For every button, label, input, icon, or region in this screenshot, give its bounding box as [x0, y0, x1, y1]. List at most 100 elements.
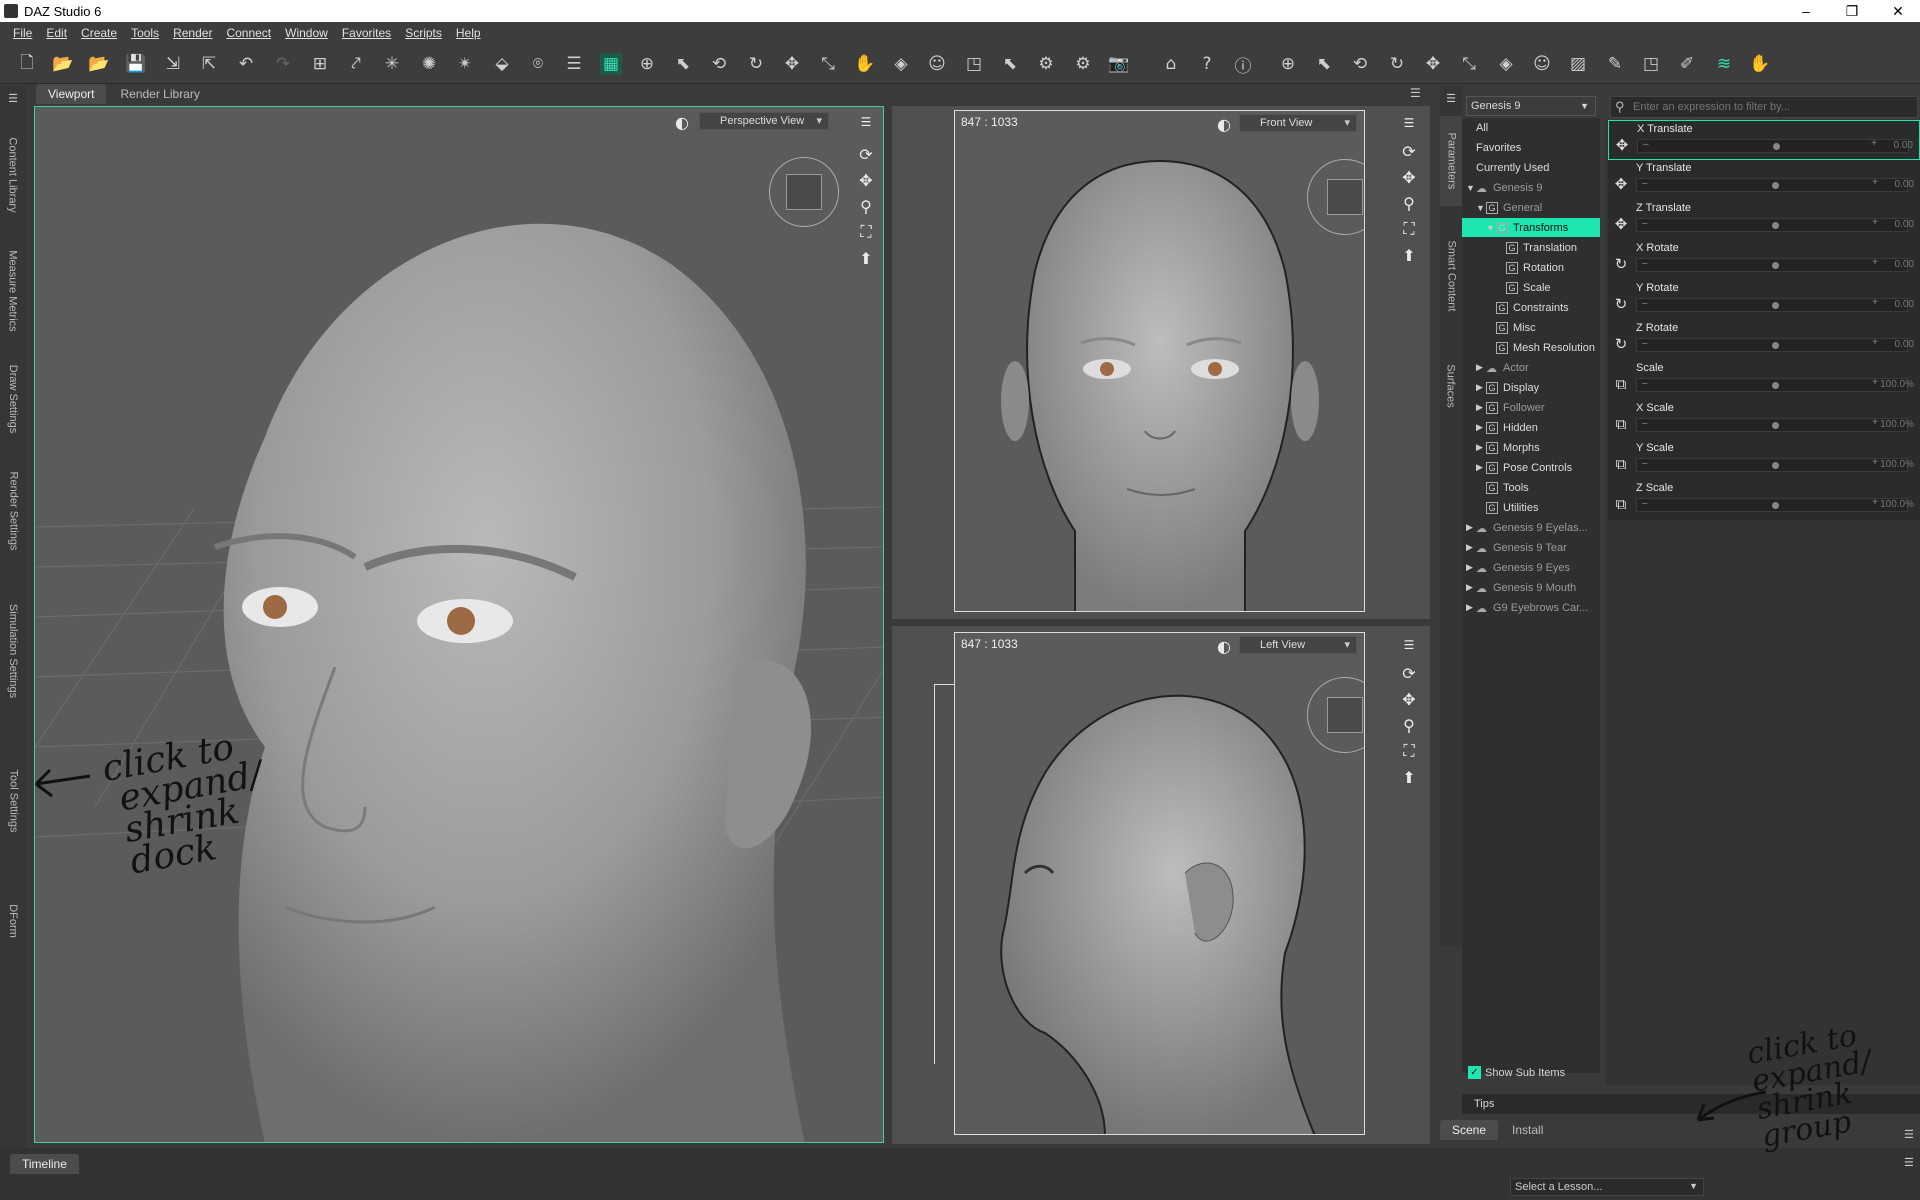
draw-style-icon[interactable]: ◐ [1213, 635, 1235, 657]
increment-icon[interactable]: + [1872, 257, 1878, 268]
tree-item[interactable]: ▶ G Pose Controls [1462, 458, 1600, 477]
pane-menu-icon[interactable]: ☰ [1904, 1156, 1914, 1169]
viewport-menu-icon[interactable]: ☰ [1398, 112, 1420, 134]
parameter-slider-row[interactable]: Y Rotate ↻ – +0.00 [1608, 280, 1920, 320]
spot-render-icon[interactable]: ⚙ [1035, 53, 1057, 75]
decrement-icon[interactable]: – [1642, 458, 1648, 469]
tab-render-library[interactable]: Render Library [108, 84, 211, 104]
zoom-icon[interactable]: ⚲ [855, 195, 877, 217]
tab-timeline[interactable]: Timeline [10, 1154, 79, 1174]
tree-item[interactable]: All [1462, 118, 1600, 137]
draw-style-icon[interactable]: ◐ [1213, 113, 1235, 135]
orbit-icon[interactable]: ⟳ [855, 143, 877, 165]
node-rotate-icon[interactable]: ⟲ [708, 53, 730, 75]
tab-parameters[interactable]: Parameters [1440, 116, 1462, 206]
increment-icon[interactable]: + [1871, 138, 1877, 149]
decrement-icon[interactable]: – [1642, 338, 1648, 349]
decrement-icon[interactable]: – [1642, 178, 1648, 189]
parameter-value[interactable]: 100.0% [1880, 459, 1914, 470]
decrement-icon[interactable]: – [1642, 418, 1648, 429]
collapsed-arrow-icon[interactable]: ▶ [1476, 402, 1486, 413]
parameter-value[interactable]: 0.00 [1895, 259, 1914, 270]
tree-item[interactable]: G Rotation [1462, 258, 1600, 277]
expanded-arrow-icon[interactable]: ▼ [1486, 223, 1496, 233]
pane-menu-icon[interactable]: ☰ [1440, 90, 1462, 106]
tab-simulation-settings[interactable]: Simulation Settings [2, 586, 24, 716]
tree-item[interactable]: G Mesh Resolution [1462, 338, 1600, 357]
dock-menu-icon[interactable]: ☰ [2, 90, 24, 106]
align-icon[interactable]: ☰ [563, 53, 585, 75]
node-rotate-2-icon[interactable]: ⟲ [1349, 53, 1371, 75]
rotate-tool-2-icon[interactable]: ↻ [1386, 53, 1408, 75]
brush-icon[interactable]: ✎ [1604, 53, 1626, 75]
collapsed-arrow-icon[interactable]: ▶ [1466, 542, 1476, 553]
expanded-arrow-icon[interactable]: ▼ [1476, 203, 1486, 213]
active-pose-icon[interactable]: ✋ [854, 53, 876, 75]
menu-create[interactable]: Create [81, 26, 117, 40]
parameter-slider[interactable] [1636, 258, 1908, 272]
tree-item[interactable]: ▶ G Morphs [1462, 438, 1600, 457]
aim-icon[interactable]: ⬆ [1398, 766, 1420, 788]
zoom-icon[interactable]: ⚲ [1398, 192, 1420, 214]
export-icon[interactable]: ⇱ [198, 53, 220, 75]
collapsed-arrow-icon[interactable]: ▶ [1466, 582, 1476, 593]
redo-icon[interactable]: ↷ [272, 53, 294, 75]
joint-editor-icon[interactable]: ⤤ [345, 53, 367, 75]
tree-item[interactable]: ▼ ☁ Genesis 9 [1462, 178, 1600, 197]
tree-item[interactable]: ▶ ☁ Genesis 9 Eyes [1462, 558, 1600, 577]
tree-item[interactable]: ▶ ☁ Genesis 9 Mouth [1462, 578, 1600, 597]
save-icon[interactable]: 💾 [125, 53, 147, 75]
parameter-slider-row[interactable]: Y Translate ✥ – +0.00 [1608, 160, 1920, 200]
tree-item[interactable]: ▶ G Follower [1462, 398, 1600, 417]
increment-icon[interactable]: + [1872, 297, 1878, 308]
tree-item[interactable]: Favorites [1462, 138, 1600, 157]
orbit-icon[interactable]: ⟳ [1398, 140, 1420, 162]
decrement-icon[interactable]: – [1642, 218, 1648, 229]
pan-icon[interactable]: ✥ [1398, 688, 1420, 710]
undo-icon[interactable]: ↶ [235, 53, 257, 75]
parameter-slider[interactable] [1636, 178, 1908, 192]
view-selector[interactable]: Perspective View [699, 112, 829, 130]
camera-tool-icon[interactable]: ◳ [963, 53, 985, 75]
create-primitive-icon[interactable]: ⊞ [309, 53, 331, 75]
tab-measure-metrics[interactable]: Measure Metrics [2, 236, 24, 346]
parameter-slider-row[interactable]: Z Rotate ↻ – +0.00 [1608, 320, 1920, 360]
increment-icon[interactable]: + [1872, 217, 1878, 228]
tab-dform[interactable]: DForm [2, 886, 24, 956]
translate-tool-icon[interactable]: ✥ [781, 53, 803, 75]
parameter-slider-row[interactable]: X Translate ✥ – +0.00 [1608, 120, 1920, 160]
decrement-icon[interactable]: – [1642, 298, 1648, 309]
parameter-slider[interactable] [1636, 458, 1908, 472]
new-scene-icon[interactable]: 🗋 [16, 53, 38, 75]
figure-icon[interactable]: ☺ [926, 53, 948, 75]
render-icon[interactable]: 📷 [1108, 53, 1130, 75]
slider-knob[interactable] [1772, 342, 1779, 349]
tree-item[interactable]: Currently Used [1462, 158, 1600, 177]
increment-icon[interactable]: + [1872, 457, 1878, 468]
parameter-slider-row[interactable]: X Scale ⧉ – +100.0% [1608, 400, 1920, 440]
pointlight-tool-icon[interactable]: ✴ [454, 53, 476, 75]
translate-tool-2-icon[interactable]: ✥ [1422, 53, 1444, 75]
front-viewport[interactable]: 847 : 1033 ◐ Front View [954, 110, 1365, 612]
tree-item[interactable]: ▶ ☁ Genesis 9 Eyelas... [1462, 518, 1600, 537]
show-sub-items-checkbox[interactable]: ✓ [1468, 1066, 1481, 1079]
merge-icon[interactable]: 📂 [88, 53, 110, 75]
aim-icon[interactable]: ⬆ [1398, 244, 1420, 266]
pane-menu-icon[interactable]: ☰ [1904, 1128, 1914, 1141]
rotate-tool-icon[interactable]: ↻ [745, 53, 767, 75]
daz-home-icon[interactable]: ⌂ [1160, 53, 1182, 75]
menu-connect[interactable]: Connect [226, 26, 271, 40]
orbit-icon[interactable]: ⟳ [1398, 662, 1420, 684]
open-icon[interactable]: 📂 [52, 53, 74, 75]
collapsed-arrow-icon[interactable]: ▶ [1466, 522, 1476, 533]
increment-icon[interactable]: + [1872, 417, 1878, 428]
parameter-value[interactable]: 100.0% [1880, 379, 1914, 390]
parameter-slider[interactable] [1637, 139, 1909, 153]
parameter-slider[interactable] [1636, 218, 1908, 232]
parameter-slider[interactable] [1636, 498, 1908, 512]
scale-tool-icon[interactable]: ⤡ [817, 53, 839, 75]
paint-icon[interactable]: ✐ [1676, 53, 1698, 75]
light-tool-icon[interactable]: ✳ [381, 53, 403, 75]
grid-tool-icon[interactable]: ▦ [600, 53, 622, 75]
help-icon[interactable]: ⓘ [1232, 53, 1254, 77]
